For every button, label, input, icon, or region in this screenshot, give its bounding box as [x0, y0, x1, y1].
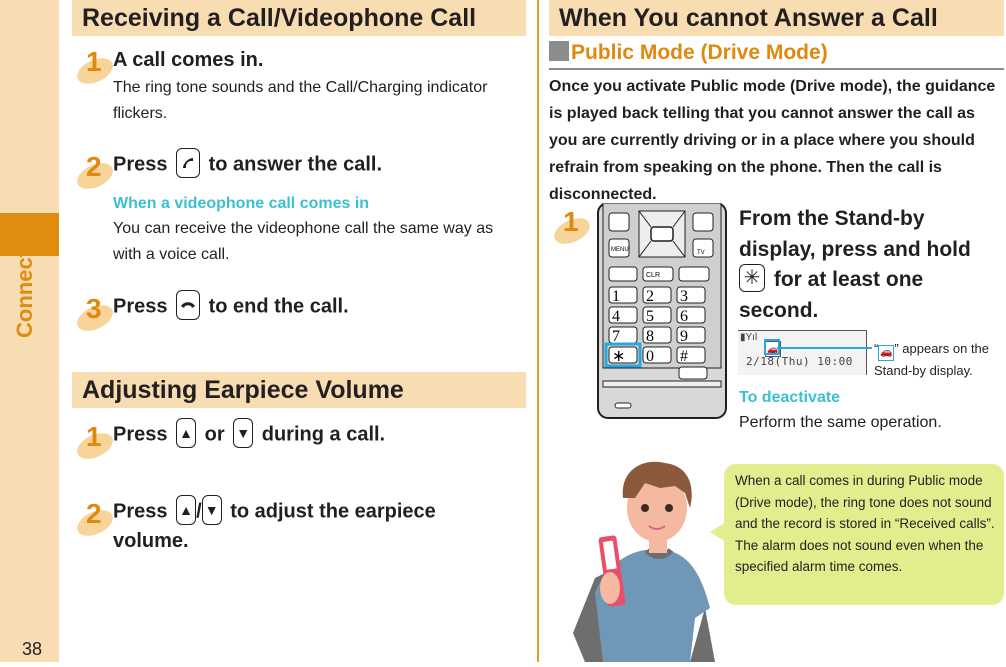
step-body: The ring tone sounds and the Call/Chargi… — [113, 79, 488, 122]
svg-text:1: 1 — [612, 288, 620, 305]
step-number: 1 — [550, 206, 599, 249]
callout-connector — [777, 347, 872, 349]
svg-text:2: 2 — [646, 288, 654, 305]
square-bullet-icon — [549, 41, 569, 61]
callout-text: “🚗” appears on the Stand-by display. — [874, 341, 990, 378]
up-key-icon: ▲ — [176, 495, 197, 525]
svg-text:6: 6 — [680, 308, 688, 325]
signal-icon: ▮Yıl — [740, 332, 758, 343]
svg-text:TV: TV — [697, 250, 705, 256]
svg-text:8: 8 — [646, 328, 654, 345]
step-title-continued: volume. — [113, 530, 189, 552]
svg-text:CLR: CLR — [646, 272, 660, 279]
down-key-icon: ▼ — [233, 418, 254, 448]
up-key-icon: ▲ — [176, 418, 197, 448]
down-key-icon: ▼ — [201, 495, 222, 525]
step-title: Press to end the call. — [113, 290, 349, 322]
standby-screen-thumbnail: ▮Yıl 🚗 2/18(Thu) 10:00 — [738, 330, 867, 375]
svg-text:5: 5 — [646, 308, 654, 325]
deactivate-heading: To deactivate — [739, 389, 841, 406]
svg-text:#: # — [680, 348, 688, 365]
note-heading: When a videophone call comes in — [113, 195, 370, 212]
section-heading-volume: Adjusting Earpiece Volume — [72, 372, 526, 408]
tip-text: When a call comes in during Public mode … — [735, 473, 995, 574]
svg-text:7: 7 — [612, 328, 620, 345]
column-divider — [537, 0, 539, 662]
asterisk-key-icon: ✳ — [739, 264, 765, 293]
step-title: From the Stand-by display, press and hol… — [739, 207, 971, 322]
person-with-phone-illustration — [565, 458, 725, 662]
call-key-icon — [176, 148, 201, 178]
svg-text:4: 4 — [612, 308, 620, 325]
standby-date: 2/18(Thu) 10:00 — [746, 355, 853, 368]
svg-text:MENU: MENU — [611, 247, 629, 253]
callout-highlight — [764, 339, 780, 355]
step-title: A call comes in. — [113, 49, 264, 71]
end-key-icon — [176, 290, 201, 320]
deactivate-body: Perform the same operation. — [739, 414, 942, 431]
note-body: You can receive the videophone call the … — [113, 220, 494, 263]
section-heading-receiving: Receiving a Call/Videophone Call — [72, 0, 526, 36]
phone-keypad-illustration: MENU TV CLR 1 2 3 4 5 6 7 8 9 ∗ 0 # — [595, 202, 730, 421]
svg-text:0: 0 — [646, 348, 654, 365]
section-heading-cannot-answer: When You cannot Answer a Call — [549, 0, 1004, 36]
svg-text:∗: ∗ — [612, 348, 625, 365]
svg-text:3: 3 — [680, 288, 688, 305]
chapter-label: Connect — [12, 250, 37, 338]
step-title: Press to answer the call. — [113, 148, 382, 180]
page-number: 38 — [22, 639, 43, 659]
step-title: Press ▲ or ▼ during a call. — [113, 418, 385, 450]
step-title: Press ▲ / ▼ to adjust the earpiece — [113, 495, 436, 527]
subheading-public-mode: Public Mode (Drive Mode) — [549, 40, 1004, 70]
drive-mode-icon: 🚗 — [878, 345, 895, 361]
intro-paragraph: Once you activate Public mode (Drive mod… — [549, 78, 996, 203]
svg-text:9: 9 — [680, 328, 688, 345]
